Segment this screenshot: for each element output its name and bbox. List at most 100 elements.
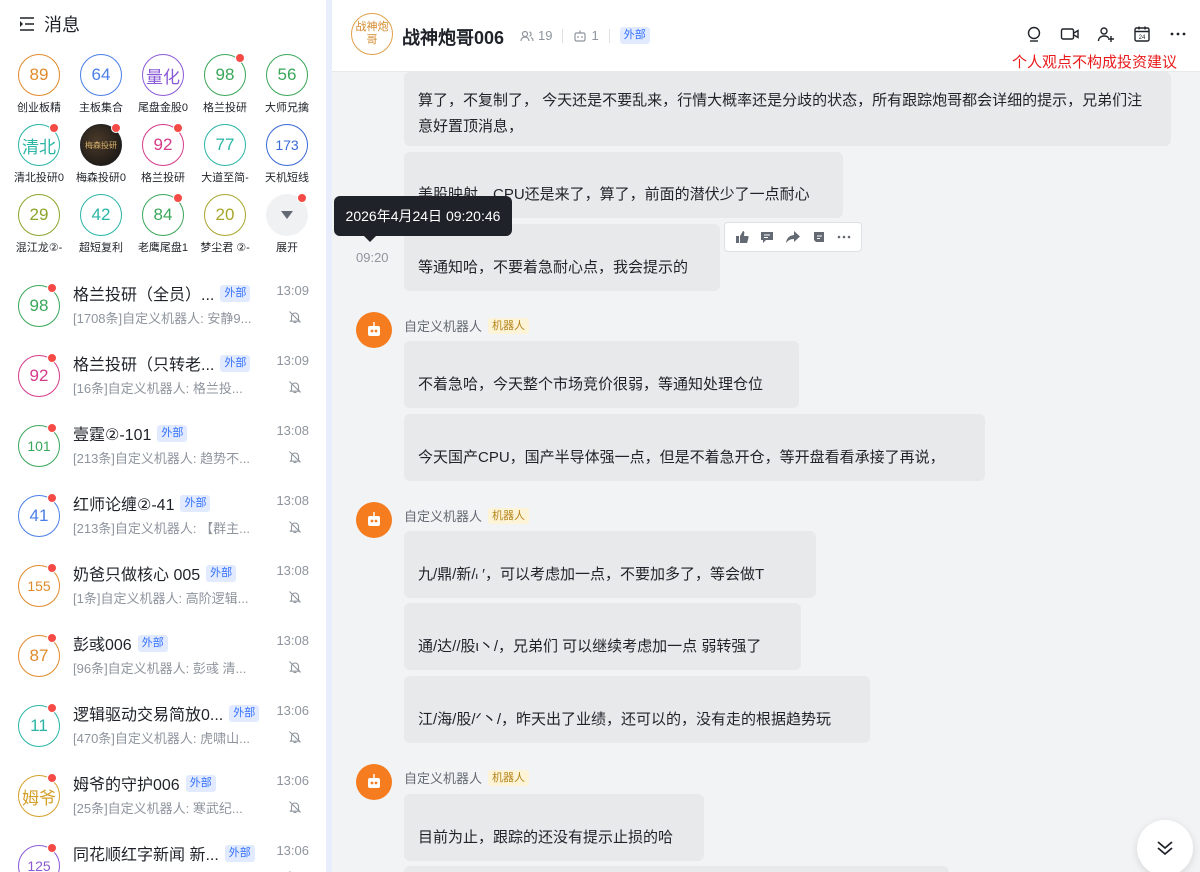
favorite-chat[interactable]: 84 老鹰尾盘1 — [132, 193, 194, 256]
favorite-chat[interactable]: 梅森投研 梅森投研0 — [70, 123, 132, 186]
message-bubble[interactable]: 算了，不复制了， 今天还是不要乱来，行情大概率还是分歧的状态，所有跟踪炮哥都会详… — [404, 72, 1171, 146]
unread-dot — [47, 843, 57, 853]
message-text: 算了，不复制了， 今天还是不要乱来，行情大概率还是分歧的状态，所有跟踪炮哥都会详… — [418, 92, 1143, 135]
favorite-avatar: 64 — [80, 54, 122, 96]
conversation-title: 逻辑驱动交易简放0... — [73, 707, 224, 724]
conversation-time: 13:06 — [276, 843, 309, 858]
favorite-chat[interactable]: 92 格兰投研 — [132, 123, 194, 186]
favorite-chat[interactable]: 量化 尾盘金股0 — [132, 54, 194, 116]
message-bubble[interactable] — [404, 866, 949, 872]
conversation-item[interactable]: 92 格兰投研（只转老... 外部 13:09 [16条]自定义机器人: 格兰投... — [0, 340, 326, 410]
bot-avatar[interactable] — [356, 764, 392, 800]
sender-name: 自定义机器人 — [404, 319, 483, 334]
favorite-label: 清北投研0 — [13, 172, 65, 184]
conversation-time: 13:06 — [276, 773, 309, 788]
video-call-icon[interactable] — [1060, 24, 1080, 44]
message-bubble[interactable]: 江/海/股/ᐟ丶/，昨天出了业绩，还可以的，没有走的根据趋势玩 — [404, 676, 870, 743]
unread-dot — [47, 563, 57, 573]
conversation-name: 格兰投研（全员）... 外部 — [73, 281, 251, 305]
thumbs-up-icon[interactable] — [733, 228, 751, 246]
reply-icon[interactable] — [758, 228, 776, 246]
bot-avatar[interactable] — [356, 502, 392, 538]
mute-bell-icon — [289, 591, 301, 604]
message-bubble[interactable]: 九/鼎/新/៲ ′，可以考虑加一点，不要加多了，等会做T — [404, 531, 816, 598]
conversation-item[interactable]: 87 彭彧006 外部 13:08 [96条]自定义机器人: 彭彧 清... — [0, 620, 326, 690]
bot-tag: 机器人 — [488, 769, 530, 786]
group-avatar[interactable]: 战神炮哥 — [351, 13, 393, 55]
collapse-menu-icon[interactable] — [18, 15, 36, 33]
favorite-label: 尾盘金股0 — [137, 102, 189, 114]
mute-bell-icon — [289, 731, 301, 744]
meta-divider — [608, 28, 610, 43]
favorite-label: 大师兄擒 — [265, 102, 309, 114]
favorite-avatar: 29 — [18, 194, 60, 236]
favorite-avatar: 77 — [204, 124, 246, 166]
message-bubble[interactable]: 通/达//股ι丶/，兄弟们 可以继续考虑加一点 弱转强了 — [404, 603, 801, 670]
message-text: 今天国产CPU，国产半导体强一点，但是不着急开仓，等开盘看看承接了再说， — [418, 449, 945, 466]
conversation-name: 格兰投研（只转老... 外部 — [73, 351, 251, 375]
conversation-time: 13:08 — [276, 633, 309, 648]
conversation-item[interactable]: 125 同花顺红字新闻 新... 外部 13:06 — [0, 830, 326, 872]
unread-dot — [47, 423, 57, 433]
favorite-chat[interactable]: 56 大师兄擒 — [256, 54, 318, 116]
external-badge: 外部 — [229, 704, 260, 722]
conversation-item[interactable]: 姆爷 姆爷的守护006 外部 13:06 [25条]自定义机器人: 寒武纪... — [0, 760, 326, 830]
favorite-chat[interactable]: 20 梦尘君 ②- — [194, 194, 256, 256]
conversation-item[interactable]: 11 逻辑驱动交易简放0... 外部 13:06 [470条]自定义机器人: 虎啸山..… — [0, 690, 326, 760]
more-options-icon[interactable] — [1168, 24, 1188, 44]
conversation-name: 彭彧006 外部 — [73, 631, 168, 655]
bot-count[interactable]: 1 — [591, 28, 598, 43]
conversation-name: 奶爸只做核心 005 外部 — [73, 561, 237, 585]
favorite-chat[interactable]: 42 超短复利 — [70, 194, 132, 256]
timestamp-tooltip: 2026年4月24日 09:20:46 — [334, 196, 512, 242]
conversation-item[interactable]: 98 格兰投研（全员）... 外部 13:09 [1708条]自定义机器人: 安静9..… — [0, 270, 326, 340]
message-text: 通/达//股ι丶/，兄弟们 可以继续考虑加一点 弱转强了 — [418, 638, 762, 655]
conversation-preview: [1708条]自定义机器人: 安静9... — [73, 311, 252, 326]
conversation-item[interactable]: 155 奶爸只做核心 005 外部 13:08 [1条]自定义机器人: 高阶逻辑... — [0, 550, 326, 620]
group-name[interactable]: 战神炮哥006 — [402, 24, 504, 50]
conversation-title: 格兰投研（只转老... — [73, 357, 215, 374]
unread-dot — [49, 123, 59, 133]
message-bubble[interactable]: 不着急哈，今天整个市场竞价很弱，等通知处理仓位 — [404, 341, 799, 408]
favorite-chat[interactable]: 64 主板集合 — [70, 54, 132, 116]
external-badge: 外部 — [157, 424, 188, 442]
members-icon — [520, 30, 534, 41]
favorite-chat[interactable]: 29 混江龙②- — [8, 194, 70, 256]
more-actions-icon[interactable] — [835, 228, 853, 246]
favorite-chat[interactable]: 清北 清北投研0 — [8, 123, 70, 186]
conversation-time: 13:09 — [276, 353, 309, 368]
conversation-preview: [16条]自定义机器人: 格兰投... — [73, 381, 243, 396]
conversation-item[interactable]: 101 壹霆②-101 外部 13:08 [213条]自定义机器人: 趋势不... — [0, 410, 326, 480]
bot-tag: 机器人 — [488, 317, 530, 334]
favorite-avatar: 173 — [266, 124, 308, 166]
sender-name: 自定义机器人 — [404, 771, 483, 786]
conversation-title: 同花顺红字新闻 新... — [73, 847, 219, 864]
conversation-time: 13:09 — [276, 283, 309, 298]
robot-icon — [368, 322, 380, 336]
message-bubble[interactable]: 今天国产CPU，国产半导体强一点，但是不着急开仓，等开盘看看承接了再说， — [404, 414, 985, 481]
external-badge: 外部 — [224, 844, 255, 862]
favorite-chat[interactable]: 98 格兰投研 — [194, 53, 256, 116]
quote-icon[interactable] — [810, 228, 828, 246]
sender-line: 自定义机器人 机器人 — [404, 768, 530, 787]
calendar-icon[interactable]: 24 — [1132, 24, 1152, 44]
conversation-title: 奶爸只做核心 005 — [73, 567, 201, 584]
mute-bell-icon — [289, 381, 301, 394]
scroll-to-bottom-button[interactable] — [1137, 820, 1193, 872]
favorite-avatar: 89 — [18, 54, 60, 96]
external-badge: 外部 — [220, 284, 251, 302]
conversation-preview: [25条]自定义机器人: 寒武纪... — [73, 801, 243, 816]
favorite-chat[interactable]: 展开 — [256, 193, 318, 256]
favorite-chat[interactable]: 173 天机短线 — [256, 124, 318, 186]
favorite-chat[interactable]: 77 大道至简- — [194, 124, 256, 186]
favorites-grid: 89 创业板精 64 主板集合 量化 尾盘金股0 98 格兰投研 56 大师兄擒清北 清北投研0 梅森… — [8, 53, 324, 256]
favorite-chat[interactable]: 89 创业板精 — [8, 54, 70, 116]
forward-icon[interactable] — [784, 228, 802, 246]
conversation-item[interactable]: 41 红师论缠②-41 外部 13:08 [213条]自定义机器人: 【群主... — [0, 480, 326, 550]
favorite-avatar: 42 — [80, 194, 122, 236]
message-bubble[interactable]: 目前为止，跟踪的还没有提示止损的哈 — [404, 794, 704, 861]
search-chat-icon[interactable] — [1024, 24, 1044, 44]
bot-avatar[interactable] — [356, 312, 392, 348]
add-member-icon[interactable] — [1096, 24, 1116, 44]
member-count[interactable]: 19 — [538, 28, 552, 43]
